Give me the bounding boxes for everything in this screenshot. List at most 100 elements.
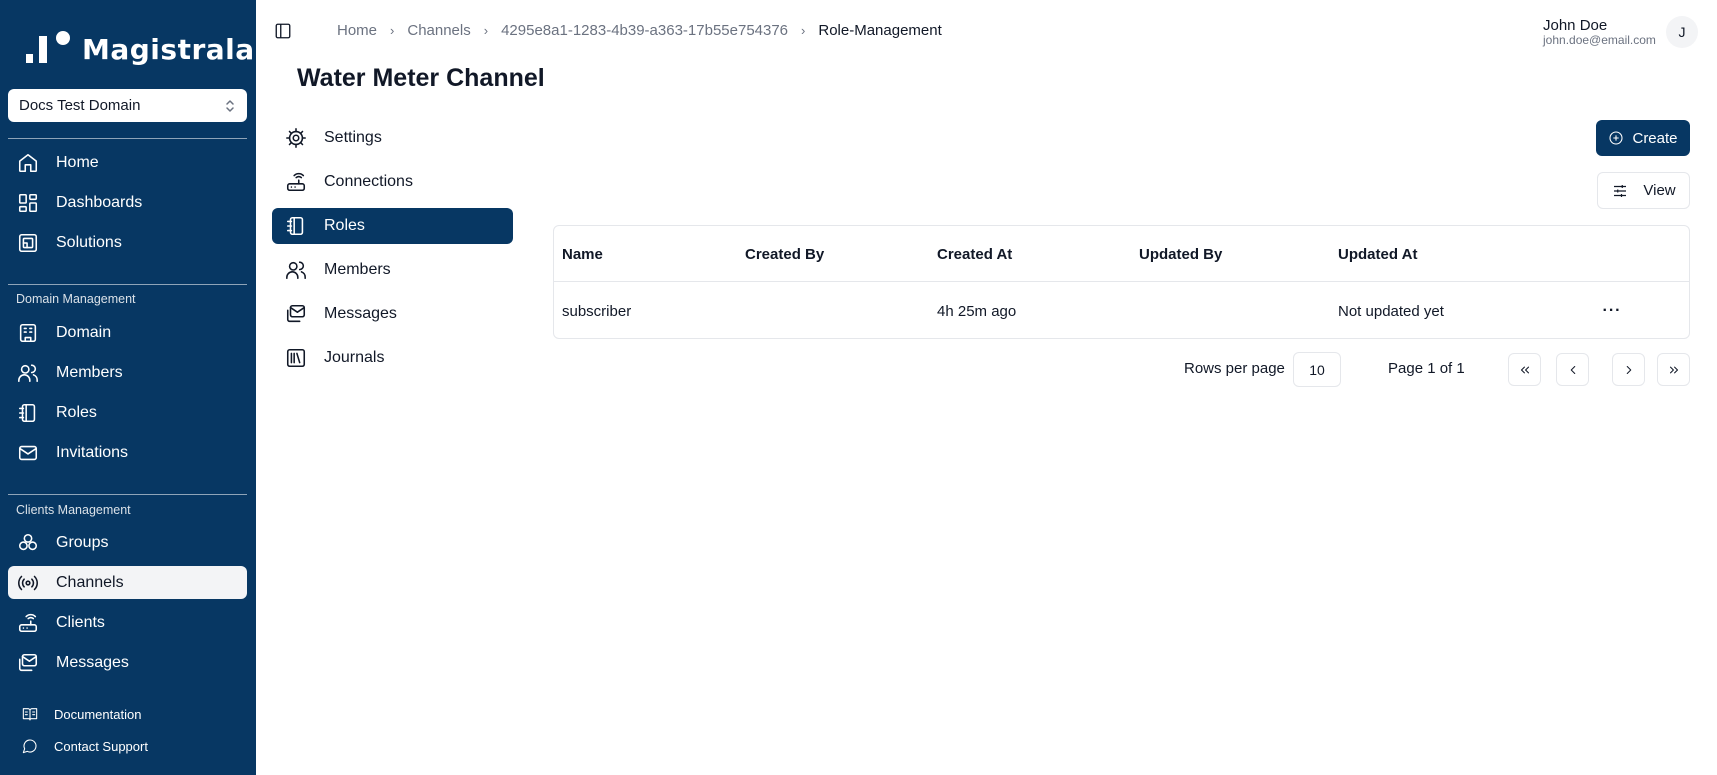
chevron-right-icon: › — [390, 23, 395, 38]
sidebar-item-label: Documentation — [54, 706, 142, 722]
chevron-right-icon: › — [801, 23, 806, 38]
messages-icon — [284, 302, 308, 326]
plus-circle-icon — [1609, 131, 1624, 145]
page-info: Page 1 of 1 — [1388, 360, 1465, 377]
sidebar-toggle-button[interactable] — [274, 22, 292, 40]
chevron-right-icon — [1626, 365, 1631, 374]
tab-label: Messages — [324, 305, 397, 322]
solutions-icon — [16, 231, 40, 255]
messages-icon — [16, 651, 40, 675]
user-info[interactable]: John Doe john.doe@email.com — [1543, 17, 1656, 47]
user-name: John Doe — [1543, 17, 1608, 34]
breadcrumb: Home › Channels › 4295e8a1-1283-4b39-a36… — [337, 22, 942, 39]
chat-icon — [22, 737, 40, 755]
tab-settings[interactable]: Settings — [272, 120, 513, 156]
table-row[interactable]: subscriber 4h 25m ago Not updated yet ··… — [554, 283, 1689, 339]
user-email: john.doe@email.com — [1543, 33, 1656, 47]
brand-logo[interactable]: Magistrala — [26, 30, 255, 64]
cell-updated-at: Not updated yet — [1338, 302, 1444, 320]
panel-left-icon — [275, 23, 291, 39]
sidebar-item-contact-support[interactable]: Contact Support — [8, 734, 148, 758]
sidebar-item-label: Dashboards — [56, 193, 143, 211]
groups-icon — [16, 531, 40, 555]
domain-selector-value: Docs Test Domain — [19, 97, 141, 114]
column-header-updated-at[interactable]: Updated At — [1338, 226, 1417, 282]
sidebar-item-label: Domain — [56, 323, 112, 341]
rows-per-page-label: Rows per page — [1184, 360, 1285, 377]
sidebar-item-clients[interactable]: Clients — [8, 606, 247, 639]
mail-icon — [16, 441, 40, 465]
rows-per-page-select[interactable]: 10 — [1293, 352, 1341, 387]
column-header-created-at[interactable]: Created At — [937, 226, 1012, 282]
building-icon — [16, 321, 40, 345]
sidebar-item-label: Solutions — [56, 233, 122, 251]
sidebar-item-home[interactable]: Home — [8, 146, 247, 179]
sidebar-item-domain[interactable]: Domain — [8, 316, 247, 349]
breadcrumb-channel-id[interactable]: 4295e8a1-1283-4b39-a363-17b55e754376 — [501, 22, 788, 39]
first-page-button[interactable] — [1508, 353, 1541, 386]
sidebar-item-label: Channels — [56, 573, 124, 591]
tab-members[interactable]: Members — [272, 252, 513, 288]
radio-icon — [16, 571, 40, 595]
book-icon — [22, 705, 40, 723]
avatar[interactable]: J — [1666, 16, 1698, 48]
sidebar-item-groups[interactable]: Groups — [8, 526, 247, 559]
tab-messages[interactable]: Messages — [272, 296, 513, 332]
column-header-name[interactable]: Name — [562, 226, 603, 282]
chevron-up-down-icon — [224, 98, 236, 114]
brand-name: Magistrala — [82, 33, 255, 66]
tab-label: Connections — [324, 173, 413, 190]
tab-label: Journals — [324, 349, 385, 366]
table-header-row: Name Created By Created At Updated By Up… — [554, 226, 1689, 282]
sidebar-divider — [8, 138, 247, 139]
sidebar-item-label: Members — [56, 363, 123, 381]
sidebar-item-messages[interactable]: Messages — [8, 646, 247, 679]
tab-label: Members — [324, 261, 391, 278]
breadcrumb-home[interactable]: Home — [337, 22, 377, 39]
tab-label: Roles — [324, 217, 365, 234]
sidebar-item-dashboards[interactable]: Dashboards — [8, 186, 247, 219]
previous-page-button[interactable] — [1556, 353, 1589, 386]
chevron-right-icon: › — [483, 23, 489, 38]
column-header-created-by[interactable]: Created By — [745, 226, 824, 282]
router-icon — [16, 611, 40, 635]
view-button[interactable]: View — [1597, 172, 1690, 209]
home-icon — [16, 151, 40, 175]
sidebar-item-label: Contact Support — [54, 738, 148, 754]
roles-table: Name Created By Created At Updated By Up… — [553, 225, 1690, 339]
library-icon — [284, 346, 308, 370]
sidebar-item-solutions[interactable]: Solutions — [8, 226, 247, 259]
sidebar-divider — [8, 494, 247, 495]
view-button-label: View — [1643, 182, 1676, 199]
gear-icon — [284, 126, 308, 150]
create-button-label: Create — [1632, 129, 1678, 147]
last-page-button[interactable] — [1657, 353, 1690, 386]
notebook-icon — [16, 401, 40, 425]
sidebar-item-channels[interactable]: Channels — [8, 566, 247, 599]
sidebar-divider — [8, 284, 247, 285]
sidebar-item-members[interactable]: Members — [8, 356, 247, 389]
breadcrumb-channels[interactable]: Channels — [407, 22, 470, 39]
tab-roles[interactable]: Roles — [272, 208, 513, 244]
sidebar-item-roles[interactable]: Roles — [8, 396, 247, 429]
domain-selector[interactable]: Docs Test Domain — [8, 89, 247, 122]
row-actions-button[interactable]: ··· — [1600, 283, 1624, 339]
sidebar-item-label: Roles — [56, 403, 97, 421]
sidebar-item-documentation[interactable]: Documentation — [8, 702, 141, 726]
sidebar-item-invitations[interactable]: Invitations — [8, 436, 247, 469]
users-icon — [16, 361, 40, 385]
section-label-clients: Clients Management — [16, 503, 131, 517]
sidebar-item-label: Home — [56, 153, 99, 171]
page-title: Water Meter Channel — [297, 64, 545, 92]
dashboard-icon — [16, 191, 40, 215]
sliders-icon — [1614, 184, 1627, 197]
users-icon — [284, 258, 308, 282]
column-header-updated-by[interactable]: Updated By — [1139, 226, 1222, 282]
create-button[interactable]: Create — [1596, 120, 1690, 156]
sidebar-item-label: Invitations — [56, 443, 129, 461]
next-page-button[interactable] — [1612, 353, 1645, 386]
router-icon — [284, 170, 308, 194]
tab-connections[interactable]: Connections — [272, 164, 513, 200]
sidebar-item-label: Groups — [56, 533, 109, 551]
tab-journals[interactable]: Journals — [272, 340, 513, 376]
